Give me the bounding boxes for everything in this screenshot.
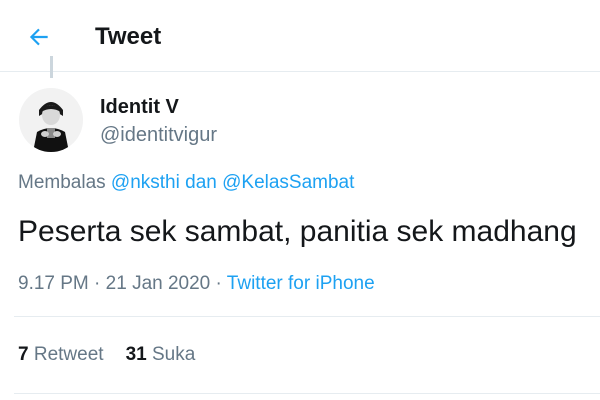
tweet-date[interactable]: 21 Jan 2020 [106,273,211,294]
divider [14,316,600,317]
author-handle[interactable]: @identitvigur [100,123,217,147]
author-display-name[interactable]: Identit V [100,95,179,119]
back-button[interactable] [24,22,54,52]
tweet-detail-page: Tweet Identit V @identitvigur Membalas @… [0,0,600,400]
tweet-time[interactable]: 9.17 PM [18,273,89,294]
retweets-label: Retweet [33,344,104,365]
retweets-count: 7 [18,344,29,365]
reply-connector: dan [179,172,223,193]
reply-mention-nksthi[interactable]: @nksthi [111,172,180,193]
likes-stat[interactable]: 31 Suka [126,344,196,365]
arrow-left-icon [29,28,48,46]
retweets-stat[interactable]: 7 Retweet [18,344,104,365]
meta-separator: · [210,273,227,294]
tweet-text: Peserta sek sambat, panitia sek madhang [18,215,577,248]
replying-to: Membalas @nksthi dan @KelasSambat [18,171,354,195]
likes-count: 31 [125,344,147,365]
page-title: Tweet [95,23,162,50]
avatar[interactable] [19,88,83,152]
meta-separator: · [88,273,106,294]
divider [14,393,600,394]
likes-label: Suka [151,344,196,365]
replying-prefix: Membalas [18,172,111,193]
header-bar: Tweet [0,0,600,72]
tweet-stats: 7 Retweet 31 Suka [18,343,195,367]
thread-connector-line [50,56,53,78]
tweet-meta: 9.17 PM · 21 Jan 2020 · Twitter for iPho… [18,272,375,296]
avatar-image [19,88,83,152]
reply-mention-kelassambat[interactable]: @KelasSambat [222,172,354,193]
tweet-source-link[interactable]: Twitter for iPhone [227,273,375,294]
